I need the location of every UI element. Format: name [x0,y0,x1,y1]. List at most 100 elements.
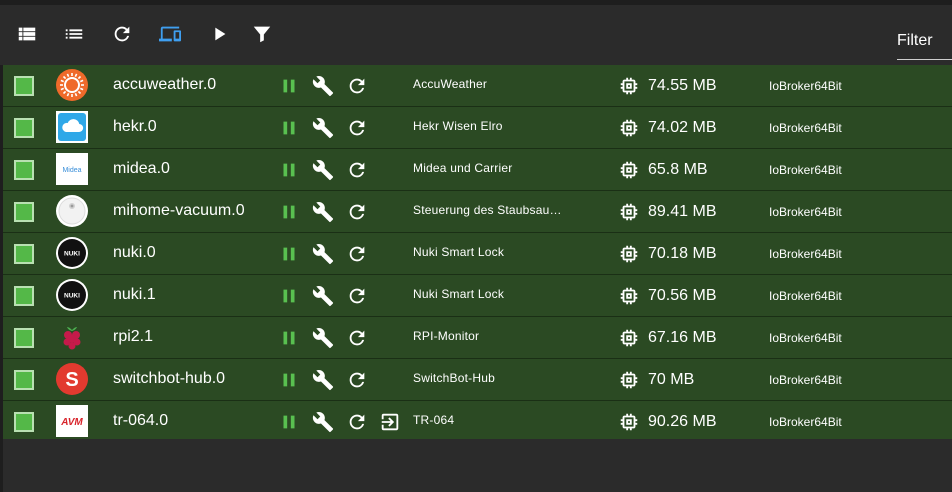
pause-icon [283,121,295,135]
restart-icon [349,120,365,136]
instance-name: tr-064.0 [113,412,169,429]
restart-button[interactable] [345,410,369,434]
restart-button[interactable] [345,242,369,266]
instance-checkbox[interactable] [14,286,34,306]
pause-button[interactable] [277,200,301,224]
restart-icon [349,288,365,304]
settings-button[interactable] [311,116,335,140]
settings-button[interactable] [311,242,335,266]
vacuum-robot-logo-icon [56,195,88,227]
instance-name: nuki.1 [113,286,156,303]
memory-chip-icon [618,369,640,391]
restart-icon [349,372,365,388]
instance-host: IoBroker64Bit [769,121,842,135]
pause-button[interactable] [277,74,301,98]
view-compact-list-button[interactable] [61,21,87,47]
instance-checkbox[interactable] [14,328,34,348]
open-web-button[interactable] [378,410,402,434]
memory-chip-icon [618,201,640,223]
pause-icon [283,415,295,429]
restart-button[interactable] [345,326,369,350]
instance-checkbox[interactable] [14,202,34,222]
nuki-logo-icon: NUKI [56,237,88,269]
view-list-icon [18,27,36,41]
filter-input[interactable] [897,27,952,55]
filter-button[interactable] [249,21,275,47]
svg-text:NUKI: NUKI [64,293,80,300]
instance-memory: 74.55 MB [648,77,717,94]
instance-name: switchbot-hub.0 [113,370,226,387]
restart-icon [349,330,365,346]
pause-button[interactable] [277,284,301,308]
restart-button[interactable] [345,284,369,308]
pause-button[interactable] [277,410,301,434]
view-compact-list-icon [65,29,83,39]
instance-table: accuweather.0 AccuWeather 74.55 MB IoBro… [3,65,952,443]
memory-chip-icon [618,75,640,97]
settings-button[interactable] [311,410,335,434]
wrench-icon [312,328,334,349]
instance-checkbox[interactable] [14,118,34,138]
open-link-icon [381,413,399,431]
devices-icon [159,26,181,42]
instance-checkbox[interactable] [14,76,34,96]
settings-button[interactable] [311,368,335,392]
memory-chip-icon [618,117,640,139]
pause-icon [283,205,295,219]
play-icon [215,27,226,41]
instance-name: nuki.0 [113,244,156,261]
svg-text:Midea: Midea [62,167,81,174]
instance-host: IoBroker64Bit [769,79,842,93]
pause-button[interactable] [277,158,301,182]
switchbot-logo-icon: S [56,363,88,395]
instance-name: rpi2.1 [113,328,154,345]
instance-memory: 89.41 MB [648,203,717,220]
instance-memory: 70.18 MB [648,245,717,262]
wrench-icon [312,370,334,391]
memory-chip-icon [618,159,640,181]
accuweather-logo-icon [56,69,88,101]
instance-row: hekr.0 Hekr Wisen Elro 74.02 MB IoBroker… [3,107,952,149]
refresh-button[interactable] [109,21,135,47]
instance-checkbox[interactable] [14,412,34,432]
instance-title: Nuki Smart Lock [413,245,505,259]
instance-checkbox[interactable] [14,244,34,264]
restart-button[interactable] [345,116,369,140]
play-button[interactable] [206,21,232,47]
pause-icon [283,331,295,345]
settings-button[interactable] [311,74,335,98]
raspberry-pi-logo-icon [56,321,88,353]
instance-memory: 90.26 MB [648,413,717,430]
pause-button[interactable] [277,116,301,140]
pause-button[interactable] [277,368,301,392]
instance-row: NUKI nuki.0 Nuki Smart Lock 70.18 MB IoB… [3,233,952,275]
hekr-cloud-logo-icon [56,111,88,143]
instance-row: rpi2.1 RPI-Monitor 67.16 MB IoBroker64Bi… [3,317,952,359]
restart-button[interactable] [345,368,369,392]
instance-checkbox[interactable] [14,160,34,180]
devices-button[interactable] [157,21,183,47]
restart-button[interactable] [345,200,369,224]
instance-host: IoBroker64Bit [769,373,842,387]
midea-logo-icon: Midea [56,153,88,185]
view-list-button[interactable] [14,21,40,47]
instance-checkbox[interactable] [14,370,34,390]
restart-button[interactable] [345,158,369,182]
pause-icon [283,163,295,177]
instance-row: Midea midea.0 Midea und Carrier 65.8 MB … [3,149,952,191]
instance-title: SwitchBot-Hub [413,371,495,385]
wrench-icon [312,202,334,223]
pause-button[interactable] [277,242,301,266]
settings-button[interactable] [311,326,335,350]
wrench-icon [312,118,334,139]
settings-button[interactable] [311,284,335,308]
settings-button[interactable] [311,200,335,224]
pause-button[interactable] [277,326,301,350]
instance-host: IoBroker64Bit [769,247,842,261]
restart-button[interactable] [345,74,369,98]
svg-text:S: S [65,369,78,391]
pause-icon [283,373,295,387]
svg-text:AVM: AVM [60,417,83,428]
settings-button[interactable] [311,158,335,182]
empty-area [3,439,952,492]
